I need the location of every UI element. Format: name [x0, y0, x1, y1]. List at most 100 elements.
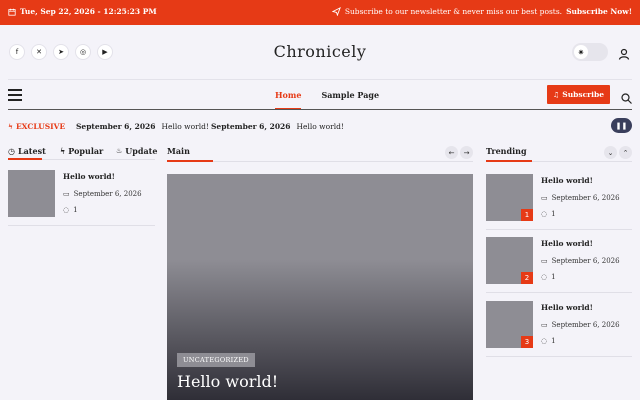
rank-badge: 1: [521, 209, 533, 221]
subscribe-label: Subscribe: [562, 90, 604, 99]
tab-update-label: Update: [125, 146, 158, 156]
send-icon: [331, 7, 341, 16]
nav-item-home[interactable]: Home: [275, 90, 302, 109]
main-heading: Main: [167, 146, 190, 156]
tab-latest[interactable]: ◷ Latest: [8, 146, 46, 156]
active-tab-indicator: [8, 158, 42, 160]
trending-section-header: Trending ⌄ ⌃: [486, 143, 632, 163]
divider: [486, 292, 632, 293]
subscribe-now-link[interactable]: Subscribe Now!: [566, 7, 632, 16]
comment-icon: ◌: [541, 273, 548, 281]
arrow-left-icon[interactable]: ←: [445, 146, 458, 159]
list-item[interactable]: 1 Hello world! ▭ September 6, 2026 ◌ 1: [486, 174, 632, 230]
ticker-title: Hello world!: [161, 122, 209, 131]
tab-update[interactable]: ♨ Update: [116, 146, 157, 156]
post-date: ▭ September 6, 2026: [541, 321, 620, 329]
comment-icon: ◌: [63, 206, 70, 214]
post-comments[interactable]: ◌ 1: [541, 337, 556, 345]
comment-icon: ◌: [541, 210, 548, 218]
trending-heading: Trending: [486, 146, 527, 156]
post-title[interactable]: Hello world!: [63, 172, 115, 181]
hamburger-menu-icon[interactable]: [8, 89, 22, 101]
post-thumbnail[interactable]: [8, 170, 55, 217]
chevron-up-icon[interactable]: ⌃: [619, 146, 632, 159]
pause-button[interactable]: ❚❚: [611, 118, 632, 133]
comment-count: 1: [551, 210, 556, 218]
nav-divider: [8, 109, 632, 110]
comment-icon: ◌: [541, 337, 548, 345]
comment-count: 1: [551, 273, 556, 281]
post-tabs: ◷ Latest ϟ Popular ♨ Update: [8, 143, 157, 163]
post-date-text: September 6, 2026: [551, 194, 620, 202]
main-nav: Home Sample Page ♫ Subscribe: [0, 80, 640, 110]
post-date: ▭ September 6, 2026: [63, 190, 142, 198]
post-date: ▭ September 6, 2026: [541, 257, 620, 265]
newsletter-promo: Subscribe to our newsletter & never miss…: [331, 7, 632, 16]
site-header: f ✕ ➤ ◎ ▶ Chronicely ✷: [0, 25, 640, 80]
arrow-right-icon[interactable]: →: [460, 146, 473, 159]
nav-menu: Home Sample Page: [275, 90, 379, 109]
bolt-icon: ϟ: [60, 146, 66, 156]
post-title[interactable]: Hello world!: [541, 239, 593, 248]
post-comments[interactable]: ◌ 1: [541, 210, 556, 218]
slider-arrows: ← →: [445, 146, 473, 159]
nav-item-sample-page[interactable]: Sample Page: [321, 90, 379, 109]
post-date: ▭ September 6, 2026: [541, 194, 620, 202]
list-item[interactable]: 3 Hello world! ▭ September 6, 2026 ◌ 1: [486, 301, 632, 357]
tab-latest-label: Latest: [17, 146, 46, 156]
site-title[interactable]: Chronicely: [0, 42, 640, 61]
post-comments[interactable]: ◌ 1: [541, 273, 556, 281]
date-text: Tue, Sep 22, 2026 - 12:25:23 PM: [20, 7, 157, 16]
featured-post[interactable]: UNCATEGORIZED Hello world!: [167, 174, 473, 400]
ticker-item[interactable]: September 6, 2026 Hello world!: [211, 122, 344, 131]
comment-count: 1: [73, 206, 78, 214]
top-bar: Tue, Sep 22, 2026 - 12:25:23 PM Subscrib…: [0, 0, 640, 25]
category-badge[interactable]: UNCATEGORIZED: [177, 353, 255, 367]
calendar-icon: ▭: [541, 321, 548, 329]
dark-mode-toggle[interactable]: ✷: [572, 43, 608, 61]
calendar-icon: [8, 8, 16, 16]
post-comments[interactable]: ◌ 1: [63, 206, 78, 214]
ticker-date: September 6, 2026: [76, 122, 156, 131]
tab-popular-label: Popular: [68, 146, 104, 156]
featured-title[interactable]: Hello world!: [177, 372, 278, 391]
ticker-label: ϟ EXCLUSIVE: [8, 122, 65, 131]
bell-icon: ♫: [553, 90, 560, 99]
ticker-title: Hello world!: [296, 122, 344, 131]
ticker-item[interactable]: September 6, 2026 Hello world!: [76, 122, 209, 131]
clock-icon: ◷: [8, 146, 15, 156]
list-item[interactable]: 2 Hello world! ▭ September 6, 2026 ◌ 1: [486, 237, 632, 293]
calendar-icon: ▭: [541, 257, 548, 265]
ticker-date: September 6, 2026: [211, 122, 291, 131]
calendar-icon: ▭: [63, 190, 70, 198]
flame-icon: ♨: [116, 147, 123, 155]
rank-badge: 3: [521, 336, 533, 348]
list-item[interactable]: Hello world! ▭ September 6, 2026 ◌ 1: [8, 170, 155, 226]
trending-arrows: ⌄ ⌃: [604, 146, 632, 159]
tab-popular[interactable]: ϟ Popular: [60, 146, 103, 156]
bolt-icon: ϟ: [8, 122, 13, 131]
post-date-text: September 6, 2026: [551, 257, 620, 265]
rank-badge: 2: [521, 272, 533, 284]
divider: [486, 356, 632, 357]
post-date-text: September 6, 2026: [551, 321, 620, 329]
subscribe-button[interactable]: ♫ Subscribe: [547, 85, 610, 104]
newsletter-text: Subscribe to our newsletter & never miss…: [344, 7, 563, 16]
sun-icon: ✷: [574, 45, 588, 59]
user-icon[interactable]: [618, 45, 630, 64]
main-heading-indicator: [167, 160, 213, 162]
comment-count: 1: [551, 337, 556, 345]
divider: [486, 229, 632, 230]
main-section-header: Main ← →: [167, 143, 473, 163]
divider: [8, 225, 155, 226]
post-title[interactable]: Hello world!: [541, 176, 593, 185]
search-icon[interactable]: [621, 89, 632, 108]
post-title[interactable]: Hello world!: [541, 303, 593, 312]
chevron-down-icon[interactable]: ⌄: [604, 146, 617, 159]
trending-heading-indicator: [486, 160, 532, 162]
current-date: Tue, Sep 22, 2026 - 12:25:23 PM: [8, 7, 157, 16]
news-ticker: ϟ EXCLUSIVE September 6, 2026 Hello worl…: [0, 118, 640, 134]
ticker-label-text: EXCLUSIVE: [15, 122, 66, 131]
calendar-icon: ▭: [541, 194, 548, 202]
post-date-text: September 6, 2026: [73, 190, 142, 198]
